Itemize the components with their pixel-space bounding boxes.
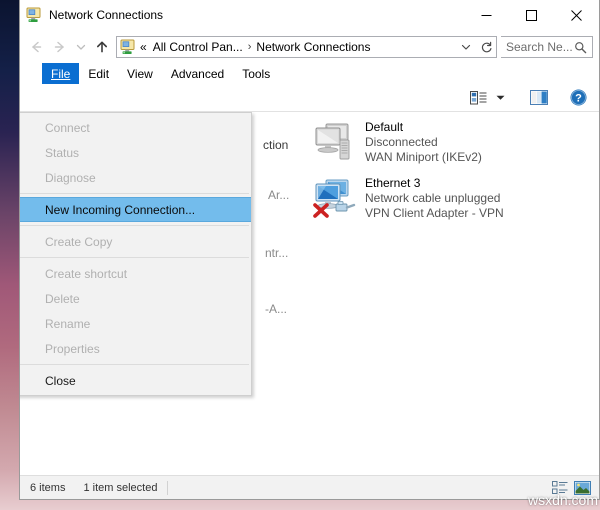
- window-controls: [464, 0, 599, 30]
- refresh-icon[interactable]: [476, 37, 496, 57]
- menu-edit-label: Edit: [88, 67, 109, 81]
- menu-view[interactable]: View: [118, 63, 162, 84]
- window-title: Network Connections: [49, 8, 163, 22]
- menu-item-rename[interactable]: Rename: [20, 311, 251, 336]
- recent-locations-chevron-down-icon[interactable]: [72, 35, 90, 59]
- connections-list: Default Disconnected WAN Miniport (IKEv2…: [306, 118, 504, 230]
- menu-view-label: View: [127, 67, 153, 81]
- network-adapter-unplugged-icon: [310, 174, 358, 222]
- menu-edit[interactable]: Edit: [79, 63, 118, 84]
- connection-status: Disconnected: [365, 135, 482, 150]
- preview-pane-icon[interactable]: [526, 86, 552, 110]
- menu-item-connect[interactable]: Connect: [20, 115, 251, 140]
- menu-item-delete[interactable]: Delete: [20, 286, 251, 311]
- menu-file-label: File: [51, 67, 70, 81]
- search-input[interactable]: [506, 40, 574, 54]
- menu-separator: [20, 193, 249, 194]
- menu-advanced-label: Advanced: [171, 67, 224, 81]
- network-connections-icon: [26, 7, 42, 23]
- content-area: ction Ar... ntr... -A...: [20, 112, 599, 475]
- menu-item-create-shortcut[interactable]: Create shortcut: [20, 261, 251, 286]
- menu-separator: [20, 225, 249, 226]
- connection-name: Default: [365, 120, 482, 135]
- menu-item-diagnose[interactable]: Diagnose: [20, 165, 251, 190]
- breadcrumb-chevrons[interactable]: «: [139, 40, 148, 54]
- status-bar: 6 items 1 item selected: [20, 475, 599, 499]
- desktop-background: Network Connections: [0, 0, 600, 510]
- menu-separator: [20, 257, 249, 258]
- connection-device: WAN Miniport (IKEv2): [365, 150, 482, 165]
- explorer-window: Network Connections: [19, 0, 600, 500]
- breadcrumb-separator-2: ›: [244, 41, 256, 53]
- svg-text:?: ?: [575, 92, 582, 104]
- menu-tools-label: Tools: [242, 67, 270, 81]
- list-item[interactable]: Default Disconnected WAN Miniport (IKEv2…: [306, 118, 504, 174]
- connection-device: VPN Client Adapter - VPN: [365, 206, 504, 221]
- help-icon[interactable]: ?: [566, 86, 591, 110]
- toolbar: ?: [20, 84, 599, 112]
- occluded-text-fragment: -A...: [265, 302, 287, 316]
- connection-status: Network cable unplugged: [365, 191, 504, 206]
- up-arrow-icon[interactable]: [90, 35, 114, 59]
- address-network-connections-icon: [120, 39, 136, 55]
- navigation-bar: « › All Control Pan... › Network Connect…: [20, 31, 599, 63]
- minimize-button[interactable]: [464, 0, 509, 30]
- address-chevron-down-icon[interactable]: [456, 37, 476, 57]
- network-adapter-disconnected-icon: [310, 118, 358, 166]
- view-options-chevron-down-icon[interactable]: [491, 86, 510, 110]
- connection-name: Ethernet 3: [365, 176, 504, 191]
- occluded-text-fragment: ction: [263, 138, 288, 152]
- menu-item-status[interactable]: Status: [20, 140, 251, 165]
- menu-item-close[interactable]: Close: [20, 368, 251, 393]
- forward-arrow-icon[interactable]: [48, 35, 72, 59]
- menu-tools[interactable]: Tools: [233, 63, 279, 84]
- search-box[interactable]: [501, 36, 593, 58]
- menu-item-new-incoming-connection[interactable]: New Incoming Connection...: [20, 197, 251, 222]
- search-icon[interactable]: [574, 41, 587, 54]
- menu-bar: File Edit View Advanced Tools: [20, 63, 599, 84]
- list-item[interactable]: Ethernet 3 Network cable unplugged VPN C…: [306, 174, 504, 230]
- menu-item-create-copy[interactable]: Create Copy: [20, 229, 251, 254]
- status-item-count: 6 items: [30, 482, 65, 494]
- menu-file[interactable]: File: [42, 63, 79, 84]
- close-button[interactable]: [554, 0, 599, 30]
- breadcrumb-all-control-panel[interactable]: All Control Pan...: [152, 40, 244, 54]
- watermark: wsxdn.com: [528, 492, 598, 508]
- occluded-text-fragment: Ar...: [268, 188, 289, 202]
- status-selection: 1 item selected: [83, 482, 157, 494]
- file-dropdown-menu: Connect Status Diagnose New Incoming Con…: [20, 112, 252, 396]
- menu-advanced[interactable]: Advanced: [162, 63, 233, 84]
- menu-item-properties[interactable]: Properties: [20, 336, 251, 361]
- view-options-icon[interactable]: [466, 86, 491, 110]
- occluded-text-fragment: ntr...: [265, 246, 288, 260]
- breadcrumb-network-connections[interactable]: Network Connections: [255, 40, 371, 54]
- menu-separator: [20, 364, 249, 365]
- address-bar[interactable]: « › All Control Pan... › Network Connect…: [116, 36, 497, 58]
- title-bar: Network Connections: [20, 0, 599, 31]
- maximize-button[interactable]: [509, 0, 554, 30]
- status-divider: [167, 481, 168, 495]
- back-arrow-icon[interactable]: [24, 35, 48, 59]
